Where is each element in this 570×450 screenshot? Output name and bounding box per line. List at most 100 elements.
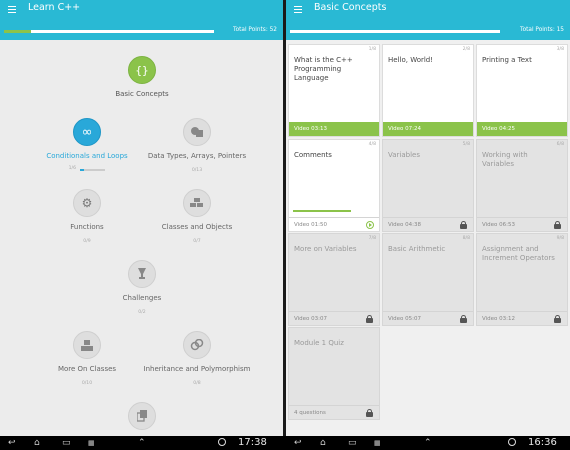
points-progress-bar bbox=[4, 30, 214, 33]
module-data-types-label: Data Types, Arrays, Pointers bbox=[147, 152, 247, 160]
lock-icon bbox=[366, 315, 373, 323]
lesson-count: 9/8 bbox=[556, 236, 564, 241]
quiz-card[interactable]: Module 1 Quiz 4 questions bbox=[288, 327, 380, 420]
lesson-title: Working with Variables bbox=[482, 151, 528, 168]
chevron-up-icon[interactable]: ⌃ bbox=[424, 438, 432, 448]
module-next-button[interactable] bbox=[128, 402, 156, 430]
module-functions-button[interactable]: ⚙ bbox=[73, 189, 101, 217]
module-challenges-label: Challenges bbox=[122, 294, 162, 302]
lock-icon bbox=[554, 221, 561, 229]
lesson-footer: Video 03:07 bbox=[289, 311, 379, 325]
lesson-count: 3/8 bbox=[556, 47, 564, 52]
lesson-count: 5/8 bbox=[462, 142, 470, 147]
module-inheritance-button[interactable] bbox=[183, 331, 211, 359]
total-points: Total Points: 52 bbox=[233, 27, 277, 33]
module-progress-fill bbox=[80, 169, 85, 171]
lock-icon bbox=[554, 315, 561, 323]
lesson-count: 6/8 bbox=[556, 142, 564, 147]
lesson-card[interactable]: 3/8 Printing a Text Video 04:25 bbox=[476, 44, 568, 137]
recent-apps-icon[interactable]: ▭ bbox=[62, 438, 71, 448]
copy-icon bbox=[136, 410, 147, 422]
lesson-footer-text: 4 questions bbox=[294, 410, 326, 416]
lesson-footer: 4 questions bbox=[289, 405, 379, 419]
lesson-card[interactable]: 8/8 Basic Arithmetic Video 05:07 bbox=[382, 233, 474, 326]
back-icon[interactable]: ↩ bbox=[8, 438, 16, 448]
total-points: Total Points: 15 bbox=[520, 27, 564, 33]
status-icon bbox=[508, 438, 516, 446]
lesson-footer: Video 07:24 bbox=[383, 122, 473, 136]
blocks-icon bbox=[190, 198, 203, 207]
module-conditionals-loops-button[interactable]: ∞ bbox=[73, 118, 101, 146]
home-icon[interactable]: ⌂ bbox=[34, 438, 40, 448]
system-nav-bar: ↩ ⌂ ▭ ▦ ⌃ 17:38 bbox=[0, 436, 283, 450]
lesson-footer-text: Video 07:24 bbox=[388, 126, 422, 132]
menu-grid-icon[interactable]: ▦ bbox=[374, 438, 381, 448]
play-icon[interactable] bbox=[366, 221, 374, 229]
module-more-on-classes-button[interactable] bbox=[73, 331, 101, 359]
lesson-footer-text: Video 03:13 bbox=[294, 126, 328, 132]
lesson-count: 4/8 bbox=[368, 142, 376, 147]
status-icon bbox=[218, 438, 226, 446]
lesson-footer-text: Video 03:07 bbox=[294, 316, 328, 322]
module-inheritance-count: 0/8 bbox=[193, 381, 201, 386]
lesson-progress-bar bbox=[293, 210, 351, 212]
trophy-icon bbox=[138, 268, 146, 279]
home-icon[interactable]: ⌂ bbox=[320, 438, 326, 448]
shapes-icon bbox=[191, 127, 203, 137]
chevron-up-icon[interactable]: ⌃ bbox=[138, 438, 146, 448]
lesson-card[interactable]: 5/8 Variables Video 04:38 bbox=[382, 139, 474, 232]
infinity-icon: ∞ bbox=[81, 124, 93, 140]
lesson-title: Hello, World! bbox=[388, 56, 434, 64]
module-classes-objects-label: Classes and Objects bbox=[161, 223, 233, 231]
lesson-footer-text: Video 05:07 bbox=[388, 316, 422, 322]
lesson-count: 2/8 bbox=[462, 47, 470, 52]
lesson-title: Variables bbox=[388, 151, 420, 159]
module-challenges-button[interactable] bbox=[128, 260, 156, 288]
module-progress-track bbox=[80, 169, 105, 171]
gears-icon: ⚙ bbox=[81, 196, 93, 210]
lesson-title: Comments bbox=[294, 151, 332, 159]
lesson-card[interactable]: 6/8 Working with Variables Video 06:53 bbox=[476, 139, 568, 232]
lesson-count: 7/8 bbox=[368, 236, 376, 241]
system-nav-bar: ↩ ⌂ ▭ ▦ ⌃ 16:36 bbox=[286, 436, 570, 450]
lesson-card[interactable]: 1/8 What is the C++ Programming Language… bbox=[288, 44, 380, 137]
lesson-footer: Video 01:50 bbox=[289, 217, 379, 231]
lesson-footer: Video 04:38 bbox=[383, 217, 473, 231]
lesson-card[interactable]: 9/8 Assignment and Increment Operators V… bbox=[476, 233, 568, 326]
lock-icon bbox=[460, 315, 467, 323]
lesson-footer-text: Video 04:38 bbox=[388, 222, 422, 228]
points-progress-bar bbox=[290, 30, 500, 33]
lesson-footer: Video 06:53 bbox=[477, 217, 567, 231]
recent-apps-icon[interactable]: ▭ bbox=[348, 438, 357, 448]
menu-grid-icon[interactable]: ▦ bbox=[88, 438, 95, 448]
lesson-title: More on Variables bbox=[294, 245, 357, 253]
lock-icon bbox=[366, 409, 373, 417]
module-data-types-button[interactable] bbox=[183, 118, 211, 146]
link-icon bbox=[190, 339, 204, 351]
lesson-title: Module 1 Quiz bbox=[294, 339, 344, 347]
lesson-card[interactable]: 2/8 Hello, World! Video 07:24 bbox=[382, 44, 474, 137]
points-progress-fill bbox=[290, 30, 490, 33]
module-classes-objects-count: 0/7 bbox=[193, 239, 201, 244]
lesson-card[interactable]: 7/8 More on Variables Video 03:07 bbox=[288, 233, 380, 326]
menu-icon[interactable] bbox=[8, 6, 16, 13]
lesson-footer: Video 05:07 bbox=[383, 311, 473, 325]
module-basic-concepts-button[interactable]: {} bbox=[128, 56, 156, 84]
module-classes-objects-button[interactable] bbox=[183, 189, 211, 217]
menu-icon[interactable] bbox=[294, 6, 302, 13]
lock-icon bbox=[460, 221, 467, 229]
module-basic-concepts-label: Basic Concepts bbox=[115, 90, 169, 98]
lesson-card[interactable]: 4/8 Comments Video 01:50 bbox=[288, 139, 380, 232]
lesson-footer-text: Video 01:50 bbox=[294, 222, 328, 228]
pyramid-blocks-icon bbox=[81, 339, 93, 351]
app-bar: Learn C++ Total Points: 52 bbox=[0, 0, 283, 40]
points-progress-fill bbox=[4, 30, 32, 33]
lesson-footer: Video 03:12 bbox=[477, 311, 567, 325]
lessons-screen: Basic Concepts Total Points: 15 1/8 What… bbox=[286, 0, 570, 436]
course-map-screen: Learn C++ Total Points: 52 {} Basic Conc… bbox=[0, 0, 283, 436]
lesson-footer: Video 03:13 bbox=[289, 122, 379, 136]
lesson-title: Printing a Text bbox=[482, 56, 532, 64]
module-conditionals-loops-count: 1/6 bbox=[68, 166, 76, 171]
status-clock: 17:38 bbox=[238, 437, 267, 448]
back-icon[interactable]: ↩ bbox=[294, 438, 302, 448]
